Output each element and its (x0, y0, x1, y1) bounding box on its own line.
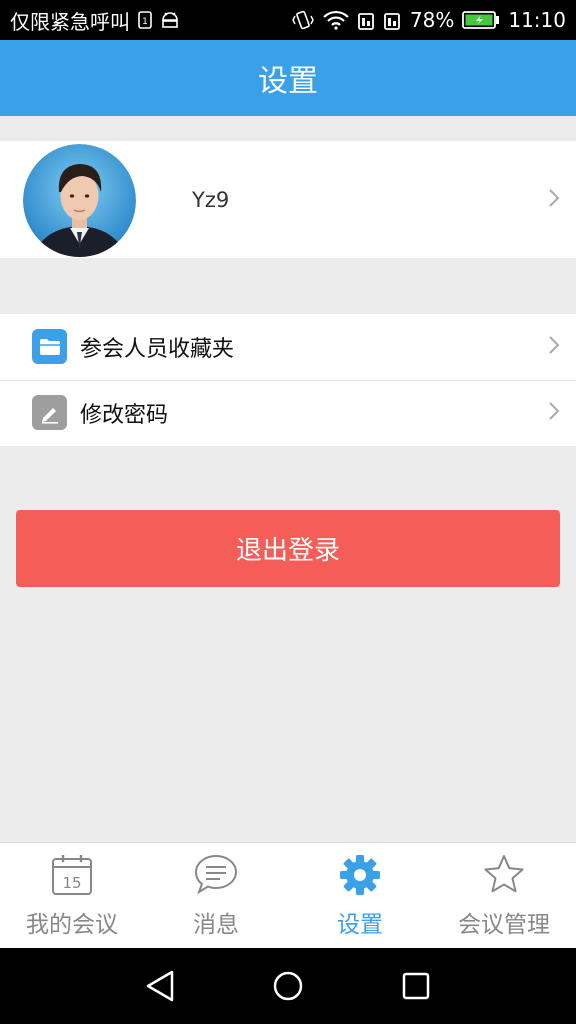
signal-2-icon (384, 10, 402, 30)
tab-my-meetings[interactable]: 15 我的会议 (0, 843, 144, 949)
signal-1-icon (358, 10, 376, 30)
recents-icon[interactable] (396, 966, 436, 1006)
chevron-right-icon (548, 335, 560, 359)
profile-row[interactable]: Yz9 (0, 141, 576, 258)
menu-item-change-password[interactable]: 修改密码 (0, 380, 576, 446)
calendar-icon: 15 (50, 853, 94, 897)
battery-icon (462, 10, 500, 30)
sim-slot-text: 1 (142, 17, 148, 27)
star-icon (482, 853, 526, 897)
system-nav-bar (0, 948, 576, 1024)
status-time: 11:10 (508, 8, 566, 32)
tab-messages[interactable]: 消息 (144, 843, 288, 949)
status-bar: 仅限紧急呼叫 1 78% 11:10 (0, 0, 576, 40)
wifi-icon (322, 10, 350, 30)
avatar (23, 144, 136, 257)
page-title: 设置 (258, 64, 318, 99)
message-icon (194, 853, 238, 897)
menu-item-favorites[interactable]: 参会人员收藏夹 (0, 314, 576, 381)
sim-icon: 1 (138, 11, 152, 29)
tab-label: 我的会议 (26, 912, 118, 938)
tab-label: 设置 (337, 912, 383, 938)
chevron-right-icon (548, 401, 560, 425)
tab-settings[interactable]: 设置 (288, 843, 432, 949)
carrier-text: 仅限紧急呼叫 (10, 9, 130, 34)
status-bar-left: 仅限紧急呼叫 1 (10, 0, 180, 40)
vibrate-icon (292, 10, 314, 30)
tab-label: 会议管理 (458, 912, 550, 938)
menu-item-label: 修改密码 (80, 403, 169, 428)
status-bar-right: 78% 11:10 (292, 0, 566, 40)
back-icon[interactable] (140, 966, 180, 1006)
header-bar: 设置 (0, 40, 576, 116)
folder-icon (32, 329, 67, 364)
tab-meeting-management[interactable]: 会议管理 (432, 843, 576, 949)
home-icon[interactable] (268, 966, 308, 1006)
android-icon (160, 11, 180, 29)
logout-button[interactable]: 退出登录 (16, 510, 560, 587)
settings-menu: 参会人员收藏夹 修改密码 (0, 314, 576, 446)
battery-percent: 78% (409, 8, 455, 32)
chevron-right-icon (548, 188, 560, 212)
bottom-tab-bar: 15 我的会议 消息 设置 会议管理 (0, 842, 576, 948)
menu-item-label: 参会人员收藏夹 (80, 337, 235, 362)
gear-icon (338, 853, 382, 897)
username: Yz9 (192, 187, 230, 212)
edit-icon (32, 395, 67, 430)
calendar-day-text: 15 (62, 874, 81, 892)
tab-label: 消息 (193, 912, 239, 938)
